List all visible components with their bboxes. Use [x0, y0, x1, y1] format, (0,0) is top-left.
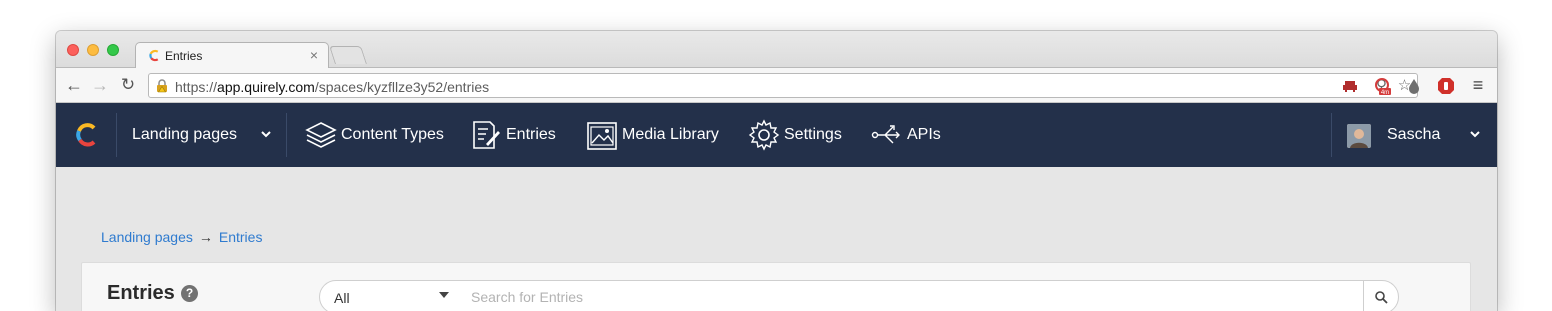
nav-media-library[interactable]: Media Library — [586, 119, 719, 151]
entries-icon — [473, 121, 500, 149]
navbar-divider — [286, 113, 287, 157]
nav-settings[interactable]: Settings — [748, 119, 842, 151]
armchair-extension-icon[interactable] — [1340, 76, 1360, 96]
url-text: https://app.quirely.com/spaces/kyzfllze3… — [175, 79, 489, 95]
gear-icon — [748, 119, 780, 151]
nav-label: Settings — [784, 126, 842, 143]
user-name[interactable]: Sascha — [1387, 126, 1440, 144]
layers-icon — [305, 122, 337, 148]
search-icon — [1375, 291, 1388, 304]
new-tab-button[interactable] — [329, 46, 367, 64]
menu-icon[interactable]: ≡ — [1468, 75, 1488, 95]
address-bar[interactable]: https://app.quirely.com/spaces/kyzfllze3… — [148, 73, 1418, 98]
nav-label: Content Types — [341, 126, 444, 143]
url-scheme: https:// — [175, 79, 218, 95]
nav-entries[interactable]: Entries — [470, 119, 556, 151]
chevron-down-icon[interactable] — [1469, 131, 1481, 139]
quirely-logo-icon[interactable] — [75, 123, 99, 147]
breadcrumb-item-space[interactable]: Landing pages — [101, 229, 193, 245]
page-title: Entries — [107, 282, 175, 304]
quirely-favicon-icon — [149, 49, 159, 62]
browser-tab-entries[interactable]: Entries × — [135, 42, 329, 69]
breadcrumb-item-entries[interactable]: Entries — [219, 229, 263, 245]
caret-down-icon — [439, 292, 449, 298]
tab-close-icon[interactable]: × — [310, 47, 318, 63]
browser-toolbar: ← → ↻ https://app.quirely.com/spaces/kyz… — [56, 68, 1497, 103]
main-content: Landing pages → Entries Entries ? All — [56, 167, 1497, 311]
back-arrow-icon[interactable]: ← — [64, 75, 84, 95]
adblock-extension-icon[interactable] — [1436, 76, 1456, 96]
media-icon — [587, 122, 617, 150]
breadcrumb-separator-icon: → — [198, 229, 213, 245]
window-close-button[interactable] — [67, 44, 79, 56]
search-button[interactable] — [1363, 280, 1399, 311]
svg-text:4m: 4m — [1381, 90, 1389, 96]
forward-arrow-icon[interactable]: → — [90, 75, 110, 95]
search-input[interactable] — [458, 280, 1364, 311]
nav-label: Entries — [506, 126, 556, 143]
timer-extension-icon[interactable]: 4m — [1372, 76, 1392, 96]
lock-warning-icon — [157, 79, 167, 93]
nav-content-types[interactable]: Content Types — [305, 119, 444, 151]
avatar[interactable] — [1347, 124, 1371, 148]
filter-selected-value: All — [334, 290, 350, 306]
url-path: /spaces/kyzfllze3y52/entries — [314, 79, 490, 95]
app-navbar: Landing pages Content Types Entries Medi… — [56, 103, 1497, 167]
user-photo-icon — [1347, 124, 1371, 148]
nav-label: APIs — [907, 126, 941, 143]
url-host: app.quirely.com — [217, 79, 315, 95]
window-minimize-button[interactable] — [87, 44, 99, 56]
browser-window: Entries × ← → ↻ https://app.quirely.com/… — [56, 31, 1497, 311]
tab-strip: Entries × — [56, 31, 1497, 69]
navbar-divider — [1331, 113, 1332, 157]
content-type-filter[interactable]: All — [319, 280, 459, 311]
tab-title: Entries — [165, 49, 203, 63]
drop-extension-icon[interactable] — [1404, 76, 1424, 96]
nav-apis[interactable]: APIs — [871, 119, 941, 151]
help-icon[interactable]: ? — [181, 285, 198, 302]
api-icon — [871, 125, 900, 144]
navbar-divider — [116, 113, 117, 157]
window-maximize-button[interactable] — [107, 44, 119, 56]
chevron-down-icon[interactable] — [260, 131, 272, 139]
space-selector[interactable]: Landing pages — [132, 126, 237, 144]
nav-label: Media Library — [622, 126, 719, 143]
entries-panel: Entries ? All — [81, 262, 1471, 311]
breadcrumb: Landing pages → Entries — [101, 229, 262, 245]
reload-icon[interactable]: ↻ — [118, 75, 138, 95]
